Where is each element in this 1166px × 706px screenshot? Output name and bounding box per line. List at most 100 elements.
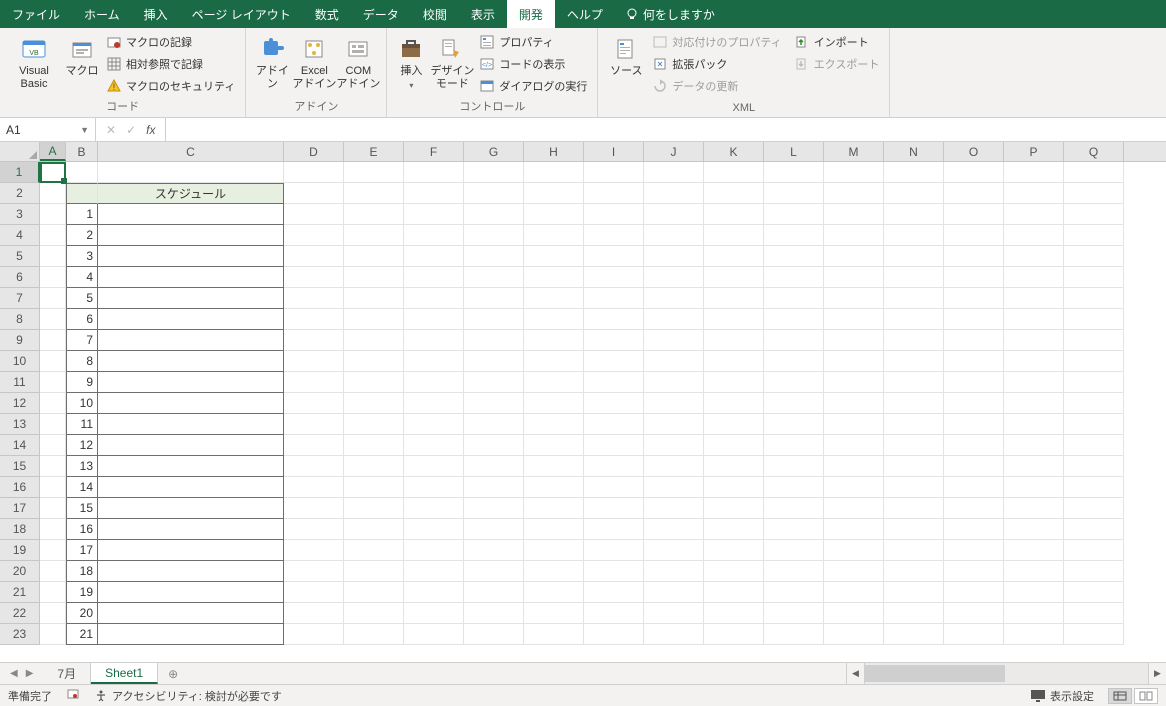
cell[interactable] <box>524 225 584 246</box>
cell[interactable] <box>1004 330 1064 351</box>
cell[interactable] <box>284 582 344 603</box>
cell[interactable] <box>464 351 524 372</box>
cell[interactable] <box>40 309 66 330</box>
cell[interactable] <box>524 498 584 519</box>
cell[interactable] <box>464 267 524 288</box>
cell[interactable] <box>464 519 524 540</box>
cell[interactable] <box>884 267 944 288</box>
row-header-18[interactable]: 18 <box>0 519 40 540</box>
cell[interactable] <box>944 309 1004 330</box>
cell[interactable] <box>40 393 66 414</box>
row-header-9[interactable]: 9 <box>0 330 40 351</box>
cell[interactable] <box>1004 162 1064 183</box>
cell[interactable] <box>704 309 764 330</box>
cell[interactable] <box>464 393 524 414</box>
cell[interactable] <box>644 435 704 456</box>
cell[interactable] <box>824 246 884 267</box>
cell[interactable] <box>1064 603 1124 624</box>
design-mode-button[interactable]: デザインモード <box>429 32 475 98</box>
cell[interactable] <box>584 435 644 456</box>
cell[interactable]: 12 <box>66 435 98 456</box>
cell[interactable] <box>524 477 584 498</box>
cell[interactable] <box>944 624 1004 645</box>
cell[interactable] <box>704 456 764 477</box>
cancel-icon[interactable]: ✕ <box>106 123 116 137</box>
cell[interactable] <box>824 162 884 183</box>
cell[interactable] <box>824 309 884 330</box>
cell[interactable] <box>524 288 584 309</box>
col-header-Q[interactable]: Q <box>1064 142 1124 161</box>
cell[interactable] <box>344 561 404 582</box>
cell[interactable] <box>1064 624 1124 645</box>
cell[interactable] <box>344 498 404 519</box>
cell[interactable] <box>644 183 704 204</box>
cell[interactable] <box>644 162 704 183</box>
cell[interactable] <box>704 582 764 603</box>
cell[interactable] <box>644 267 704 288</box>
cell[interactable] <box>284 372 344 393</box>
cell[interactable]: 17 <box>66 540 98 561</box>
cell[interactable] <box>1064 498 1124 519</box>
col-header-C[interactable]: C <box>98 142 284 161</box>
row-header-7[interactable]: 7 <box>0 288 40 309</box>
row-header-2[interactable]: 2 <box>0 183 40 204</box>
cell[interactable] <box>704 372 764 393</box>
cell[interactable] <box>344 414 404 435</box>
cell[interactable] <box>404 456 464 477</box>
cell[interactable] <box>644 288 704 309</box>
cell[interactable] <box>704 414 764 435</box>
cell[interactable] <box>98 519 284 540</box>
cell[interactable] <box>1064 267 1124 288</box>
cell[interactable] <box>584 456 644 477</box>
row-header-23[interactable]: 23 <box>0 624 40 645</box>
cell[interactable] <box>824 414 884 435</box>
cell[interactable] <box>584 351 644 372</box>
cell[interactable] <box>524 351 584 372</box>
row-header-15[interactable]: 15 <box>0 456 40 477</box>
cell[interactable] <box>464 498 524 519</box>
cell[interactable]: スケジュール <box>98 183 284 204</box>
cell[interactable] <box>584 246 644 267</box>
cell[interactable]: 19 <box>66 582 98 603</box>
cell[interactable]: 21 <box>66 624 98 645</box>
cell[interactable] <box>944 351 1004 372</box>
cell[interactable] <box>704 498 764 519</box>
cell[interactable] <box>944 435 1004 456</box>
cell[interactable] <box>98 393 284 414</box>
cell[interactable] <box>944 561 1004 582</box>
cell[interactable] <box>944 288 1004 309</box>
cell[interactable]: 9 <box>66 372 98 393</box>
cell[interactable] <box>944 267 1004 288</box>
cell[interactable] <box>824 351 884 372</box>
cell[interactable] <box>824 519 884 540</box>
cell[interactable] <box>584 540 644 561</box>
cell[interactable] <box>884 603 944 624</box>
cell[interactable] <box>524 519 584 540</box>
view-page-layout-button[interactable] <box>1134 688 1158 704</box>
cell[interactable] <box>524 582 584 603</box>
cell[interactable] <box>344 351 404 372</box>
cell[interactable] <box>284 309 344 330</box>
cell[interactable] <box>764 519 824 540</box>
cell[interactable] <box>404 540 464 561</box>
cell[interactable] <box>584 624 644 645</box>
cell[interactable] <box>704 204 764 225</box>
cell[interactable] <box>524 309 584 330</box>
cell[interactable] <box>884 225 944 246</box>
cell[interactable] <box>1004 456 1064 477</box>
cell[interactable] <box>884 414 944 435</box>
cell[interactable] <box>284 435 344 456</box>
cell[interactable] <box>704 162 764 183</box>
cell[interactable] <box>584 330 644 351</box>
cell[interactable] <box>884 351 944 372</box>
col-header-H[interactable]: H <box>524 142 584 161</box>
import-button[interactable]: インポート <box>790 32 884 52</box>
cell[interactable] <box>884 498 944 519</box>
cell[interactable] <box>584 519 644 540</box>
cell[interactable] <box>704 540 764 561</box>
cell[interactable] <box>524 204 584 225</box>
cell[interactable] <box>1004 225 1064 246</box>
tell-me-search[interactable]: 何をしますか <box>615 0 725 28</box>
cell[interactable] <box>1004 246 1064 267</box>
cell[interactable] <box>284 498 344 519</box>
